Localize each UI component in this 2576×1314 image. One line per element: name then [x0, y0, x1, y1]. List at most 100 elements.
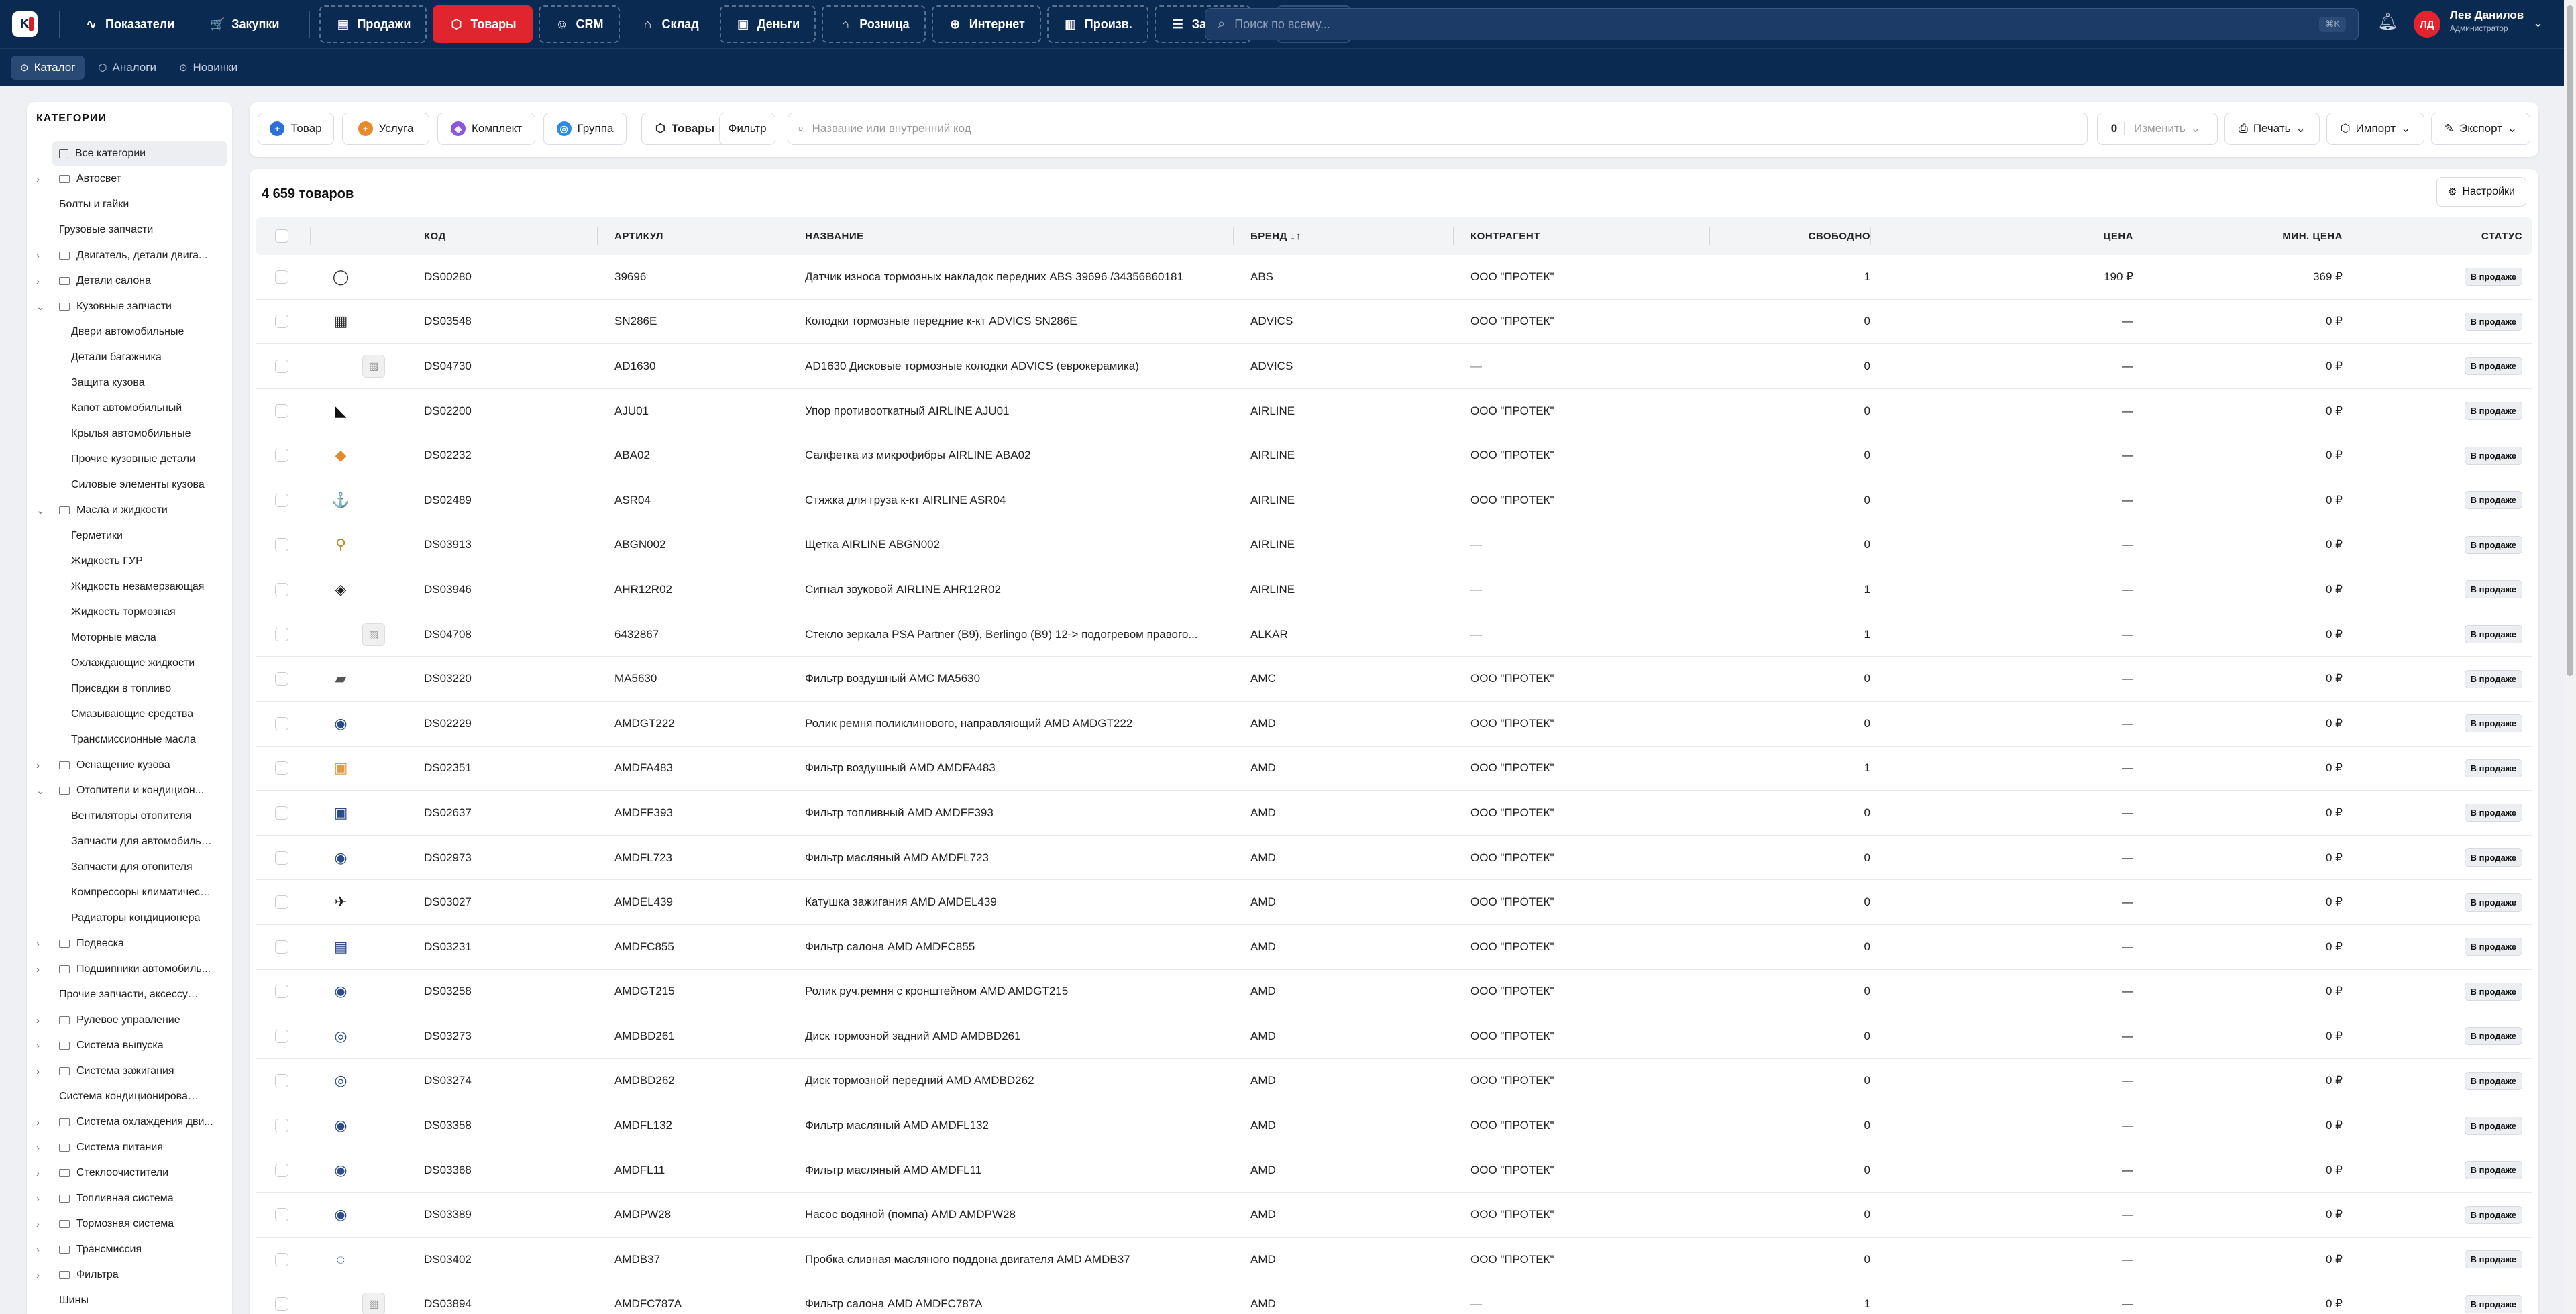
row-checkbox[interactable] [275, 1252, 288, 1266]
header-brand[interactable]: БРЕНД ↓↑ [1250, 217, 1301, 255]
row-checkbox[interactable] [275, 315, 288, 329]
chevron-right-icon[interactable]: › [36, 1117, 40, 1128]
product-name[interactable]: Диск тормозной передний AMD AMDBD262 [805, 1059, 1221, 1103]
row-checkbox[interactable] [275, 851, 288, 865]
row-checkbox[interactable] [275, 985, 288, 999]
product-name[interactable]: Фильтр масляный AMD AMDFL723 [805, 836, 1221, 880]
header-article[interactable]: АРТИКУЛ [614, 217, 663, 255]
category-item[interactable]: Компрессоры климатическ... [27, 880, 232, 906]
product-name[interactable]: Датчик износа тормозных накладок передни… [805, 255, 1221, 299]
table-row[interactable]: ▨ DS04730 AD1630 AD1630 Дисковые тормозные … [256, 344, 2532, 389]
global-search[interactable]: ⌕ Поиск по всему... ⌘K [1205, 8, 2359, 40]
product-name[interactable]: Стяжка для груза к-кт AIRLINE ASR04 [805, 478, 1221, 523]
category-item[interactable]: Детали багажника [27, 345, 232, 370]
category-item[interactable]: › Рулевое управление [27, 1007, 232, 1033]
row-checkbox[interactable] [275, 1119, 288, 1133]
avatar[interactable]: ЛД [2414, 11, 2440, 38]
products-type-filter[interactable]: ⬡ Товары [641, 113, 729, 145]
table-row[interactable]: ▣ DS02351 AMDFA483 Фильтр воздушный AMD AMD… [256, 747, 2532, 791]
category-item[interactable]: Система кондиционирования [27, 1084, 232, 1109]
category-item[interactable]: Шины [27, 1288, 232, 1313]
category-item[interactable]: Присадки в топливо [27, 676, 232, 702]
category-item[interactable]: › Тормозная система [27, 1211, 232, 1237]
chevron-down-icon[interactable]: ⌄ [36, 785, 45, 797]
category-item[interactable]: Моторные масла [27, 625, 232, 651]
category-item[interactable]: Вентиляторы отопителя [27, 804, 232, 829]
category-item[interactable]: Прочие кузовные детали [27, 447, 232, 472]
category-item[interactable]: Защита кузова [27, 370, 232, 396]
chevron-right-icon[interactable]: › [36, 250, 40, 262]
category-item[interactable]: › Детали салона [27, 268, 232, 294]
product-name[interactable]: Фильтр масляный AMD AMDFL11 [805, 1148, 1221, 1193]
row-checkbox[interactable] [275, 582, 288, 596]
bell-icon[interactable]: 🔔︎ [2377, 12, 2398, 32]
category-item[interactable]: › Подвеска [27, 931, 232, 956]
row-checkbox[interactable] [275, 1163, 288, 1177]
table-row[interactable]: ◎ DS03274 AMDBD262 Диск тормозной передний … [256, 1059, 2532, 1104]
product-name[interactable]: Ролик руч.ремня с кронштейном AMD AMDGT2… [805, 970, 1221, 1014]
print-button[interactable]: ⎙ Печать ⌄ [2224, 113, 2320, 145]
table-row[interactable]: ◎ DS03273 AMDBD261 Диск тормозной задний AM… [256, 1014, 2532, 1059]
category-item[interactable]: ⌄ Отопители и кондицион... [27, 778, 232, 804]
product-name[interactable]: Фильтр воздушный AMD AMDFA483 [805, 747, 1221, 791]
table-settings-button[interactable]: ⚙ Настройки [2436, 177, 2526, 207]
category-item[interactable]: › Подшипники автомобиль... [27, 956, 232, 982]
product-name[interactable]: Фильтр салона AMD AMDFC787A [805, 1282, 1221, 1314]
app-logo[interactable]: K [12, 11, 38, 37]
row-checkbox[interactable] [275, 672, 288, 686]
chevron-right-icon[interactable]: › [36, 174, 40, 185]
category-item[interactable]: › Оснащение кузова [27, 753, 232, 778]
chevron-right-icon[interactable]: › [36, 964, 40, 975]
category-item[interactable]: Силовые элементы кузова [27, 472, 232, 498]
table-row[interactable]: ◌ DS03402 AMDB37 Пробка сливная масляного п… [256, 1238, 2532, 1282]
product-search-input[interactable]: ⌕ Название или внутренний код [788, 113, 2088, 145]
row-checkbox[interactable] [275, 1297, 288, 1311]
select-all-checkbox[interactable] [275, 229, 288, 243]
nav-item-7[interactable]: ⌂ Розница [822, 5, 926, 43]
nav-item-4[interactable]: ☺ CRM [538, 5, 620, 43]
chevron-right-icon[interactable]: › [36, 1040, 40, 1052]
row-checkbox[interactable] [275, 1074, 288, 1088]
product-name[interactable]: AD1630 Дисковые тормозные колодки ADVICS… [805, 344, 1221, 388]
nav-item-0[interactable]: ∿ Показатели [69, 5, 189, 43]
nav-item-2[interactable]: ▤ Продажи [319, 5, 427, 43]
product-name[interactable]: Фильтр масляный AMD AMDFL132 [805, 1103, 1221, 1148]
table-row[interactable]: ▦ DS03548 SN286E Колодки тормозные передние… [256, 300, 2532, 345]
category-item[interactable]: Жидкость незамерзающая [27, 574, 232, 600]
category-item[interactable]: Прочие запчасти, аксессуары [27, 982, 232, 1007]
table-row[interactable]: ◯ DS00280 39696 Датчик износа тормозных нак… [256, 255, 2532, 300]
category-item[interactable]: › Трансмиссия [27, 1237, 232, 1262]
chevron-right-icon[interactable]: › [36, 938, 40, 950]
nav-item-9[interactable]: ▥ Произв. [1046, 5, 1148, 43]
table-row[interactable]: ▣ DS02637 AMDFF393 Фильтр топливный AMD AMD… [256, 791, 2532, 836]
category-item[interactable]: › Топливная система [27, 1186, 232, 1211]
product-name[interactable]: Фильтр салона AMD AMDFC855 [805, 925, 1221, 969]
scrollbar-thumb[interactable] [2567, 5, 2573, 676]
product-name[interactable]: Катушка зажигания AMD AMDEL439 [805, 880, 1221, 924]
category-item[interactable]: ⌄ Кузовные запчасти [27, 294, 232, 319]
table-row[interactable]: ◉ DS02973 AMDFL723 Фильтр масляный AMD AMDF… [256, 836, 2532, 881]
table-row[interactable]: ◆ DS02232 ABA02 Салфетка из микрофибры AIRL… [256, 433, 2532, 478]
product-name[interactable]: Упор противооткатный AIRLINE AJU01 [805, 389, 1221, 433]
add-service-button[interactable]: + Услуга [342, 113, 429, 145]
product-name[interactable]: Диск тормозной задний AMD AMDBD261 [805, 1014, 1221, 1058]
category-item[interactable]: › Стеклоочистители [27, 1160, 232, 1186]
product-name[interactable]: Пробка сливная масляного поддона двигате… [805, 1238, 1221, 1282]
row-checkbox[interactable] [275, 404, 288, 418]
product-name[interactable]: Салфетка из микрофибры AIRLINE ABA02 [805, 433, 1221, 478]
product-name[interactable]: Щетка AIRLINE ABGN002 [805, 523, 1221, 567]
header-code[interactable]: КОД [424, 217, 446, 255]
chevron-right-icon[interactable]: › [36, 1142, 40, 1154]
table-row[interactable]: ▨ DS04708 6432867 Стекло зеркала PSA Partne… [256, 612, 2532, 657]
product-name[interactable]: Сигнал звуковой AIRLINE AHR12R02 [805, 567, 1221, 612]
category-item[interactable]: Радиаторы кондиционера [27, 906, 232, 931]
chevron-down-icon[interactable]: ⌄ [36, 300, 45, 313]
chevron-right-icon[interactable]: › [36, 760, 40, 771]
subnav-item-2[interactable]: ⊙ Новинки [170, 56, 247, 80]
chevron-right-icon[interactable]: › [36, 276, 40, 287]
export-button[interactable]: ✎ Экспорт ⌄ [2431, 113, 2530, 145]
table-row[interactable]: ◉ DS03258 AMDGT215 Ролик руч.ремня с кроншт… [256, 970, 2532, 1015]
subnav-item-0[interactable]: ⊙ Каталог [11, 55, 85, 80]
header-status[interactable]: СТАТУС [2347, 217, 2522, 255]
user-menu[interactable]: Лев Данилов Администратор [2450, 9, 2524, 33]
